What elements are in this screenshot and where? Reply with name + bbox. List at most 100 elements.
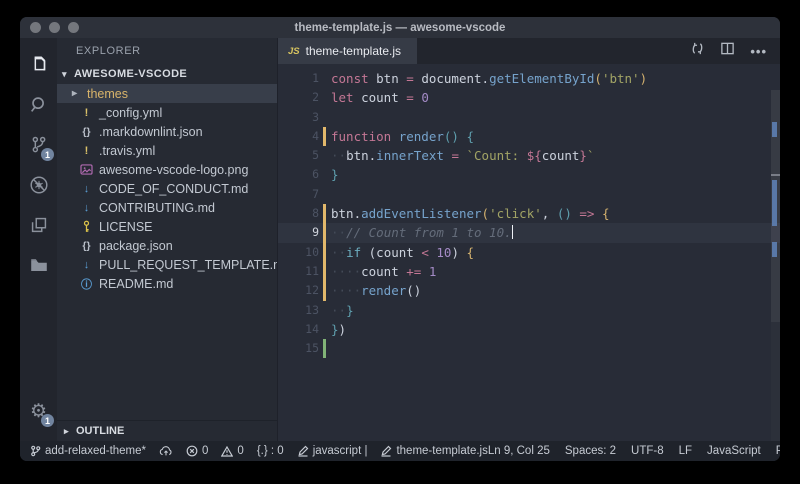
line-number: 14 [278, 320, 319, 339]
edit-file-icon [297, 445, 309, 457]
search-icon[interactable] [20, 85, 57, 125]
code-text: ··btn.innerText = `Count: ${count}` [326, 146, 594, 165]
debug-icon[interactable] [20, 165, 57, 205]
error-icon [186, 445, 198, 457]
file-item-themes[interactable]: ▸themes [57, 84, 277, 103]
code-line-10[interactable]: 10··if (count < 10) { [278, 243, 780, 262]
file-item-CONTRIBUTING.md[interactable]: ↓ CONTRIBUTING.md [57, 198, 277, 217]
zoom-window-button[interactable] [68, 22, 79, 33]
code-line-6[interactable]: 6} [278, 165, 780, 184]
code-line-7[interactable]: 7 [278, 185, 780, 204]
status-label: 0 [202, 445, 208, 457]
project-name: AWESOME-VSCODE [74, 68, 187, 80]
status-label: javascript | [313, 445, 368, 457]
status-left-javascript[interactable]: javascript | [297, 445, 368, 457]
sync-changes-icon[interactable] [690, 41, 705, 61]
folder-view-icon[interactable] [20, 245, 57, 285]
text-cursor [512, 225, 514, 239]
code-line-1[interactable]: 1const btn = document.getElementById('bt… [278, 69, 780, 88]
vscode-window: theme-template.js — awesome-vscode 1 [20, 17, 780, 461]
project-section-header[interactable]: ▾ AWESOME-VSCODE [57, 64, 277, 84]
code-line-3[interactable]: 3 [278, 108, 780, 127]
outline-section-header[interactable]: ▸ OUTLINE [57, 420, 277, 441]
status-label: 0 [237, 445, 243, 457]
info-icon: ⓘ [78, 276, 95, 292]
line-number: 13 [278, 301, 319, 320]
overview-ruler[interactable] [771, 90, 780, 441]
markdown-down-icon: ↓ [78, 183, 95, 195]
more-actions-icon[interactable]: ••• [750, 44, 767, 59]
file-item-.markdownlint.json[interactable]: {}.markdownlint.json [57, 122, 277, 141]
status-label: Spaces: 2 [565, 445, 616, 457]
file-item-README.md[interactable]: ⓘREADME.md [57, 274, 277, 293]
explorer-icon[interactable] [20, 45, 57, 85]
code-text: ··// Count from 1 to 10. [326, 223, 513, 242]
status-right-javascript[interactable]: JavaScript [707, 445, 761, 457]
line-number: 1 [278, 69, 319, 88]
status-label: Ln 9, Col 25 [488, 445, 550, 457]
code-line-13[interactable]: 13··} [278, 301, 780, 320]
line-number: 3 [278, 108, 319, 127]
line-number: 15 [278, 339, 319, 358]
tab-theme-template[interactable]: JS theme-template.js [278, 38, 417, 64]
code-text: }) [326, 320, 346, 339]
file-item-awesome-vscode-logo.png[interactable]: awesome-vscode-logo.png [57, 160, 277, 179]
status-left-0[interactable]: {.} : 0 [257, 445, 284, 457]
status-left-0[interactable]: 0 [186, 445, 208, 457]
file-label: PULL_REQUEST_TEMPLATE.md [99, 258, 277, 272]
close-window-button[interactable] [30, 22, 41, 33]
editor-actions: ••• [690, 38, 780, 64]
code-line-14[interactable]: 14}) [278, 320, 780, 339]
code-area[interactable]: 1const btn = document.getElementById('bt… [278, 64, 780, 441]
markdown-down-icon: ↓ [78, 202, 95, 214]
settings-badge: 1 [41, 414, 54, 427]
status-right-prettier[interactable]: Prettier [776, 445, 780, 457]
tab-label: theme-template.js [306, 44, 401, 58]
status-label: {.} : 0 [257, 445, 284, 457]
file-item-.travis.yml[interactable]: !.travis.yml [57, 141, 277, 160]
file-item-package.json[interactable]: {}package.json [57, 236, 277, 255]
status-left-theme-template-js[interactable]: theme-template.js [380, 445, 487, 457]
status-right-utf-8[interactable]: UTF-8 [631, 445, 664, 457]
code-text: function render() { [326, 127, 474, 146]
extensions-icon[interactable] [20, 205, 57, 245]
code-line-9[interactable]: 9··// Count from 1 to 10. [278, 223, 780, 242]
status-left-add-relaxed-theme[interactable]: add-relaxed-theme* [30, 445, 146, 457]
code-text: let count = 0 [326, 88, 429, 107]
status-right-lf[interactable]: LF [679, 445, 692, 457]
file-item-_config.yml[interactable]: !_config.yml [57, 103, 277, 122]
code-line-12[interactable]: 12····render() [278, 281, 780, 300]
code-line-11[interactable]: 11····count += 1 [278, 262, 780, 281]
file-item-LICENSE[interactable]: LICENSE [57, 217, 277, 236]
status-right-spaces-2[interactable]: Spaces: 2 [565, 445, 616, 457]
cloud-upload-icon [159, 445, 173, 457]
file-item-PULL_REQUEST_TEMPLATE.md[interactable]: ↓PULL_REQUEST_TEMPLATE.md [57, 255, 277, 274]
settings-gear-icon[interactable]: ⚙ 1 [20, 391, 57, 431]
status-left-0[interactable]: 0 [221, 445, 243, 457]
chevron-down-icon: ▾ [62, 69, 74, 80]
code-line-2[interactable]: 2let count = 0 [278, 88, 780, 107]
code-text [326, 108, 331, 127]
file-label: CONTRIBUTING.md [99, 201, 215, 215]
chevron-right-icon: ▸ [64, 426, 76, 437]
code-line-8[interactable]: 8btn.addEventListener('click', () => { [278, 204, 780, 223]
source-control-icon[interactable]: 1 [20, 125, 57, 165]
minimize-window-button[interactable] [49, 22, 60, 33]
status-left-cloud-upload-icon[interactable] [159, 445, 173, 457]
code-line-4[interactable]: 4 function render() { [278, 127, 780, 146]
file-item-CODE_OF_CONDUCT.md[interactable]: ↓ CODE_OF_CONDUCT.md [57, 179, 277, 198]
line-number: 4 [278, 127, 319, 146]
status-label: add-relaxed-theme* [45, 445, 146, 457]
split-editor-icon[interactable] [720, 41, 735, 61]
edit-file-icon [380, 445, 392, 457]
status-right-ln-9-col-25[interactable]: Ln 9, Col 25 [488, 445, 550, 457]
file-label: CODE_OF_CONDUCT.md [99, 182, 248, 196]
code-line-15[interactable]: 15 [278, 339, 780, 358]
status-bar: add-relaxed-theme* 0 0 {.} : 0 javascript | t… [20, 441, 780, 461]
line-number: 6 [278, 165, 319, 184]
status-label: Prettier [776, 445, 780, 457]
code-text [326, 339, 331, 358]
code-line-5[interactable]: 5··btn.innerText = `Count: ${count}` [278, 146, 780, 165]
file-label: .travis.yml [99, 144, 155, 158]
yaml-warning-icon: ! [78, 107, 95, 119]
